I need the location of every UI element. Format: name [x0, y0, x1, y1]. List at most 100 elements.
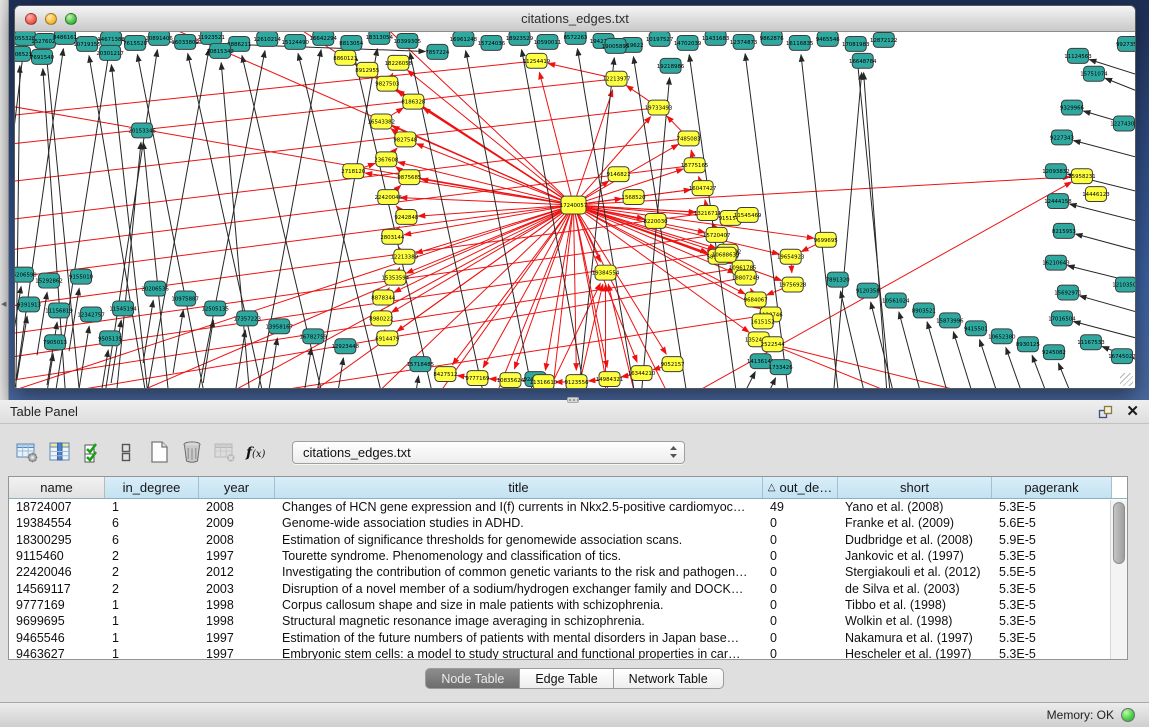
table-row[interactable]: 1456911722003Disruption of a novel membe…: [9, 580, 1127, 596]
network-canvas[interactable]: 1055328715276021848616110719155146713887…: [15, 32, 1135, 388]
graph-node[interactable]: 9146821: [607, 167, 631, 182]
graph-node[interactable]: 19218986: [657, 58, 685, 73]
graph-node[interactable]: 16047427: [689, 181, 716, 196]
citation-edge-black[interactable]: [1032, 355, 1068, 388]
graph-node[interactable]: 17081983: [842, 36, 869, 51]
citation-edge-black[interactable]: [466, 51, 546, 388]
graph-node[interactable]: 12093832: [1042, 164, 1069, 179]
table-scrollbar-thumb[interactable]: [1113, 502, 1125, 564]
graph-node[interactable]: 7905013: [43, 335, 67, 350]
citation-edge-black[interactable]: [405, 376, 418, 388]
graph-node[interactable]: 16543382: [368, 114, 395, 129]
graph-node[interactable]: 17357223: [233, 311, 260, 326]
graph-node[interactable]: 20206536: [141, 281, 169, 296]
citation-edge-red[interactable]: [15, 138, 689, 260]
graph-node[interactable]: 18226058: [385, 55, 413, 70]
graph-node[interactable]: 7615520: [123, 35, 148, 50]
graph-node[interactable]: 18923529: [506, 32, 534, 45]
citation-edge-black[interactable]: [203, 320, 213, 383]
graph-node[interactable]: 1733426: [769, 360, 794, 375]
graph-node[interactable]: 10652380: [988, 329, 1016, 344]
citation-edge-red[interactable]: [539, 72, 573, 205]
graph-node[interactable]: 8186328: [401, 94, 426, 109]
graph-node[interactable]: 9699695: [814, 232, 838, 247]
graph-node[interactable]: 8980222: [369, 311, 393, 326]
graph-node[interactable]: 15692971: [1054, 285, 1081, 300]
graph-node[interactable]: 15124490: [282, 34, 310, 49]
graph-node[interactable]: 9927355: [1116, 36, 1135, 51]
graph-node[interactable]: 6914479: [375, 331, 400, 346]
select-rows-icon[interactable]: [80, 439, 106, 465]
citation-edge-black[interactable]: [15, 286, 21, 349]
citation-edge-red[interactable]: [453, 205, 574, 365]
graph-node[interactable]: 9242848: [394, 210, 419, 225]
table-row[interactable]: 1830029562008Estimation of significance …: [9, 532, 1127, 548]
network-view-window[interactable]: citations_edges.txt 10553287152760218486…: [14, 5, 1136, 389]
table-row[interactable]: 946554611997Estimation of the future num…: [9, 629, 1127, 645]
table-row[interactable]: 946362711997Embryonic stem cells: a mode…: [9, 646, 1127, 660]
graph-node[interactable]: 14671388: [97, 32, 125, 46]
graph-node[interactable]: 9684067: [744, 292, 768, 307]
graph-node[interactable]: 2522544: [761, 337, 786, 352]
graph-node[interactable]: 10688639: [712, 247, 740, 262]
citation-edge-black[interactable]: [1079, 296, 1135, 318]
new-column-icon[interactable]: [146, 439, 172, 465]
graph-node[interactable]: 8878344: [371, 290, 396, 305]
graph-node[interactable]: 12374873: [730, 34, 757, 49]
graph-node[interactable]: 20891406: [145, 32, 173, 45]
table-row[interactable]: 969969511998Structural magnetic resonanc…: [9, 613, 1127, 629]
citation-edge-red[interactable]: [15, 314, 771, 388]
graph-node[interactable]: 18313054: [366, 32, 394, 44]
graph-node[interactable]: 13216711: [694, 206, 721, 221]
graph-node[interactable]: 8912955: [355, 62, 379, 77]
graph-node[interactable]: 11545194: [109, 301, 137, 316]
graph-node[interactable]: 7485083: [677, 131, 701, 146]
graph-node[interactable]: 16745022: [1108, 349, 1135, 364]
graph-node[interactable]: 9415501: [964, 321, 988, 336]
graph-node[interactable]: 11316610: [530, 375, 558, 388]
splitter-grip[interactable]: [567, 397, 579, 403]
graph-node[interactable]: 9245082: [1042, 345, 1066, 360]
graph-node[interactable]: 9052157: [661, 357, 685, 372]
graph-node[interactable]: 7891320: [826, 272, 851, 287]
column-header-pagerank[interactable]: pagerank: [992, 477, 1112, 498]
citation-edge-black[interactable]: [1105, 78, 1135, 98]
graph-node[interactable]: 15353594: [382, 270, 410, 285]
graph-node[interactable]: 10835624: [497, 373, 525, 388]
citation-edge-red[interactable]: [15, 205, 573, 388]
graph-node[interactable]: 10399305: [394, 33, 421, 48]
graph-node[interactable]: 11254419: [523, 53, 551, 68]
graph-node[interactable]: 12505135: [201, 301, 228, 316]
citation-edge-black[interactable]: [927, 322, 964, 388]
graph-node[interactable]: 16033809: [171, 34, 199, 49]
column-header-short[interactable]: short: [838, 477, 992, 498]
graph-node[interactable]: 15958231: [1068, 169, 1095, 184]
graph-node[interactable]: 8220030: [644, 213, 669, 228]
graph-node[interactable]: 9862876: [760, 32, 785, 45]
graph-node[interactable]: 12342757: [77, 307, 104, 322]
graph-node[interactable]: 10975887: [171, 291, 198, 306]
citation-edge-black[interactable]: [47, 322, 57, 385]
graph-node[interactable]: 1615152: [751, 314, 775, 329]
graph-node[interactable]: 15873996: [936, 313, 964, 328]
citation-edge-black[interactable]: [980, 340, 1016, 388]
graph-node[interactable]: 7857224: [425, 44, 450, 59]
table-settings-icon[interactable]: [14, 439, 40, 465]
citation-edge-red[interactable]: [416, 205, 574, 253]
graph-node[interactable]: 14446123: [1082, 187, 1109, 202]
graph-node[interactable]: 11124563: [1064, 48, 1091, 63]
citation-edge-black[interactable]: [235, 330, 245, 388]
graph-node[interactable]: 13958167: [266, 319, 293, 334]
citation-edge-black[interactable]: [740, 378, 776, 388]
graph-node[interactable]: 9391913: [17, 297, 41, 312]
graph-hub-node[interactable]: 17240057: [560, 196, 587, 214]
function-builder-icon[interactable]: f(x): [245, 439, 271, 465]
graph-node[interactable]: 11923521: [197, 32, 224, 44]
graph-node[interactable]: 15718485: [407, 357, 434, 372]
graph-node[interactable]: 11156819: [45, 303, 73, 318]
graph-node[interactable]: 20301217: [96, 45, 123, 60]
window-titlebar[interactable]: citations_edges.txt: [15, 6, 1135, 32]
citation-edge-black[interactable]: [79, 326, 89, 388]
row-height-icon[interactable]: [113, 439, 139, 465]
graph-node[interactable]: 11167533: [1077, 335, 1104, 350]
